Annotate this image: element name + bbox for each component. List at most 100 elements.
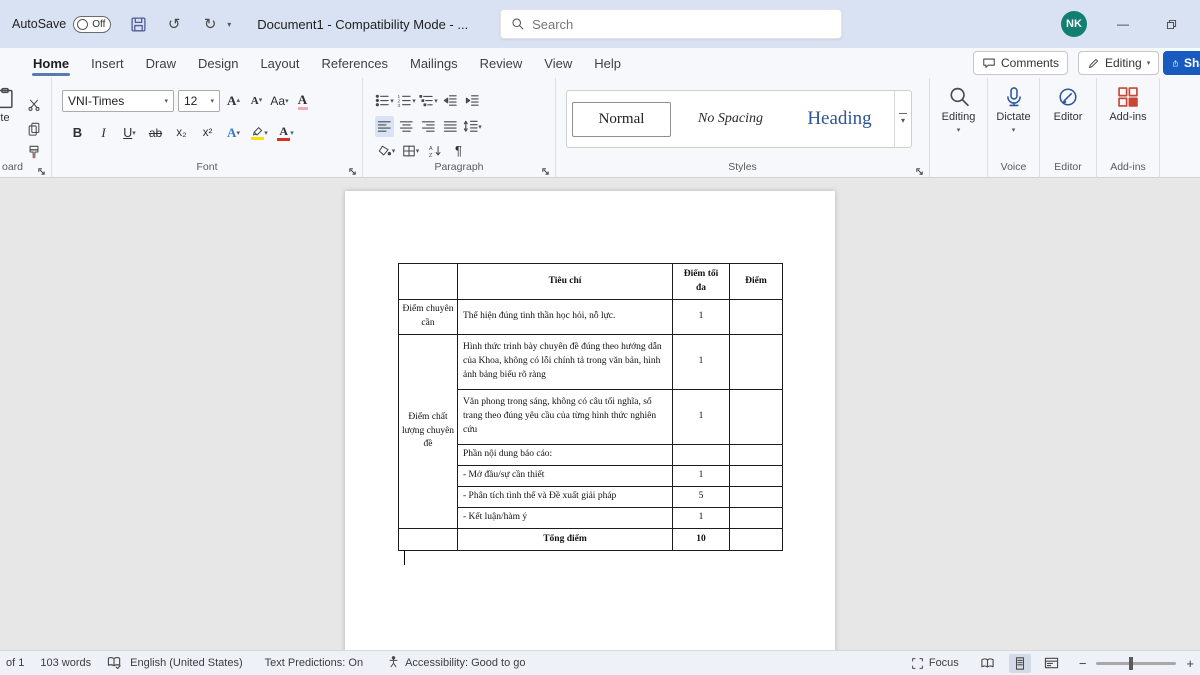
focus-mode-button[interactable]: Focus xyxy=(911,657,959,670)
document-canvas[interactable]: Tiêu chí Điểm tối đa Điểm Điểm chuyên cầ… xyxy=(0,178,1200,650)
document-page[interactable]: Tiêu chí Điểm tối đa Điểm Điểm chuyên cầ… xyxy=(345,191,835,650)
share-button[interactable]: Sha xyxy=(1163,51,1200,75)
status-bar: of 1 103 words English (United States) T… xyxy=(0,650,1200,675)
justify-button[interactable] xyxy=(441,116,460,137)
font-dialog-launcher[interactable] xyxy=(348,163,358,173)
editing-mode-dropdown[interactable]: Editing ▾ xyxy=(1078,51,1159,75)
eraser-icon xyxy=(298,107,308,110)
style-normal[interactable]: Normal xyxy=(567,91,676,147)
tab-view[interactable]: View xyxy=(533,48,583,78)
read-mode-button[interactable] xyxy=(977,654,999,673)
tab-draw[interactable]: Draw xyxy=(135,48,187,78)
addins-button[interactable]: Add-ins xyxy=(1097,86,1159,123)
numbering-button[interactable]: 1 2 3 ▾ xyxy=(397,90,416,111)
zoom-out-button[interactable]: − xyxy=(1079,656,1087,671)
max-score-cell: 1 xyxy=(673,466,730,487)
paragraph-dialog-launcher[interactable] xyxy=(541,163,551,173)
web-layout-button[interactable] xyxy=(1041,654,1063,673)
text-predictions-indicator[interactable]: Text Predictions: On xyxy=(265,657,363,669)
subscript-button[interactable]: x₂ xyxy=(172,122,191,143)
copy-button[interactable] xyxy=(24,118,43,139)
page-indicator[interactable]: of 1 xyxy=(6,657,24,669)
style-no-spacing[interactable]: No Spacing xyxy=(676,91,785,147)
minimize-button[interactable]: — xyxy=(1108,12,1138,36)
accessibility-status[interactable] xyxy=(387,655,400,672)
tab-references[interactable]: References xyxy=(311,48,399,78)
borders-button[interactable]: ▾ xyxy=(401,140,420,161)
superscript-button[interactable]: x² xyxy=(198,122,217,143)
styles-dialog-launcher[interactable] xyxy=(915,163,925,173)
clipboard-dialog-launcher[interactable] xyxy=(37,163,47,173)
cut-button[interactable] xyxy=(24,94,43,115)
chevron-down-icon: ▾ xyxy=(957,126,961,134)
down-arrow-icon: ▾ xyxy=(259,99,263,103)
multilevel-list-button[interactable]: ▾ xyxy=(419,90,438,111)
bullets-button[interactable]: ▾ xyxy=(375,90,394,111)
dictate-button[interactable]: Dictate ▾ xyxy=(988,86,1039,134)
group-attendance-cell: Điểm chuyên cần xyxy=(399,300,458,335)
font-family-select[interactable]: VNI-Times ▾ xyxy=(62,90,174,112)
change-case-button[interactable]: Aa▾ xyxy=(270,91,289,112)
redo-button[interactable]: ↻ xyxy=(199,13,221,35)
search-input[interactable] xyxy=(532,17,831,32)
format-painter-button[interactable] xyxy=(24,141,43,162)
align-left-button[interactable] xyxy=(375,116,394,137)
tab-help[interactable]: Help xyxy=(583,48,632,78)
dialog-launcher-icon xyxy=(541,167,550,176)
align-center-button[interactable] xyxy=(397,116,416,137)
font-color-button[interactable]: A ▾ xyxy=(276,122,295,143)
autosave-toggle[interactable]: Off xyxy=(73,16,111,33)
avatar[interactable]: NK xyxy=(1061,11,1087,37)
shading-button[interactable]: ▾ xyxy=(377,140,396,161)
editor-button[interactable]: Editor xyxy=(1040,86,1096,123)
search-box[interactable] xyxy=(500,9,842,39)
shrink-font-button[interactable]: A▾ xyxy=(247,91,266,112)
proofing-status[interactable] xyxy=(107,655,122,672)
zoom-in-button[interactable]: + xyxy=(1186,656,1194,671)
voice-group-label: Voice xyxy=(988,161,1039,173)
tab-review[interactable]: Review xyxy=(469,48,534,78)
editing-button[interactable]: Editing ▾ xyxy=(930,86,987,134)
sort-button[interactable]: AZ xyxy=(425,140,444,161)
tab-mailings[interactable]: Mailings xyxy=(399,48,469,78)
paste-button[interactable]: te xyxy=(0,86,20,124)
language-indicator[interactable]: English (United States) xyxy=(130,657,243,669)
highlighter-icon xyxy=(251,125,264,136)
customize-quick-access-button[interactable]: ▾ xyxy=(227,20,231,29)
tab-design[interactable]: Design xyxy=(187,48,249,78)
editor-icon xyxy=(1057,86,1079,108)
accessibility-label[interactable]: Accessibility: Good to go xyxy=(405,657,525,669)
text-effects-button[interactable]: A▾ xyxy=(224,122,243,143)
tab-layout[interactable]: Layout xyxy=(249,48,310,78)
grading-table[interactable]: Tiêu chí Điểm tối đa Điểm Điểm chuyên cầ… xyxy=(398,263,783,551)
strikethrough-button[interactable]: ab xyxy=(146,122,165,143)
comments-button[interactable]: Comments xyxy=(973,51,1068,75)
line-spacing-button[interactable]: ▾ xyxy=(463,116,482,137)
svg-text:A: A xyxy=(428,146,432,152)
score-cell xyxy=(730,390,783,445)
decrease-indent-button[interactable] xyxy=(441,90,460,111)
font-size-select[interactable]: 12 ▾ xyxy=(178,90,220,112)
italic-button[interactable]: I xyxy=(94,122,113,143)
word-count[interactable]: 103 words xyxy=(40,657,91,669)
underline-button[interactable]: U▾ xyxy=(120,122,139,143)
save-button[interactable] xyxy=(127,13,149,35)
bold-button[interactable]: B xyxy=(68,122,87,143)
show-hide-paragraph-button[interactable]: ¶ xyxy=(449,140,468,161)
align-right-button[interactable] xyxy=(419,116,438,137)
increase-indent-button[interactable] xyxy=(463,90,482,111)
chevron-down-icon: ▾ xyxy=(236,129,240,137)
style-heading[interactable]: Heading xyxy=(785,91,894,147)
clear-formatting-button[interactable]: A xyxy=(293,91,312,112)
restore-button[interactable] xyxy=(1156,12,1186,36)
text-highlight-button[interactable]: ▾ xyxy=(250,122,269,143)
undo-button[interactable]: ↺ xyxy=(163,13,185,35)
max-score-cell xyxy=(673,445,730,466)
zoom-slider-thumb[interactable] xyxy=(1129,657,1133,670)
print-layout-button[interactable] xyxy=(1009,654,1031,673)
styles-more-button[interactable]: ▾ xyxy=(894,91,911,147)
grow-font-button[interactable]: A▴ xyxy=(224,91,243,112)
zoom-slider[interactable] xyxy=(1096,662,1176,665)
tab-insert[interactable]: Insert xyxy=(80,48,135,78)
tab-home[interactable]: Home xyxy=(22,48,80,78)
